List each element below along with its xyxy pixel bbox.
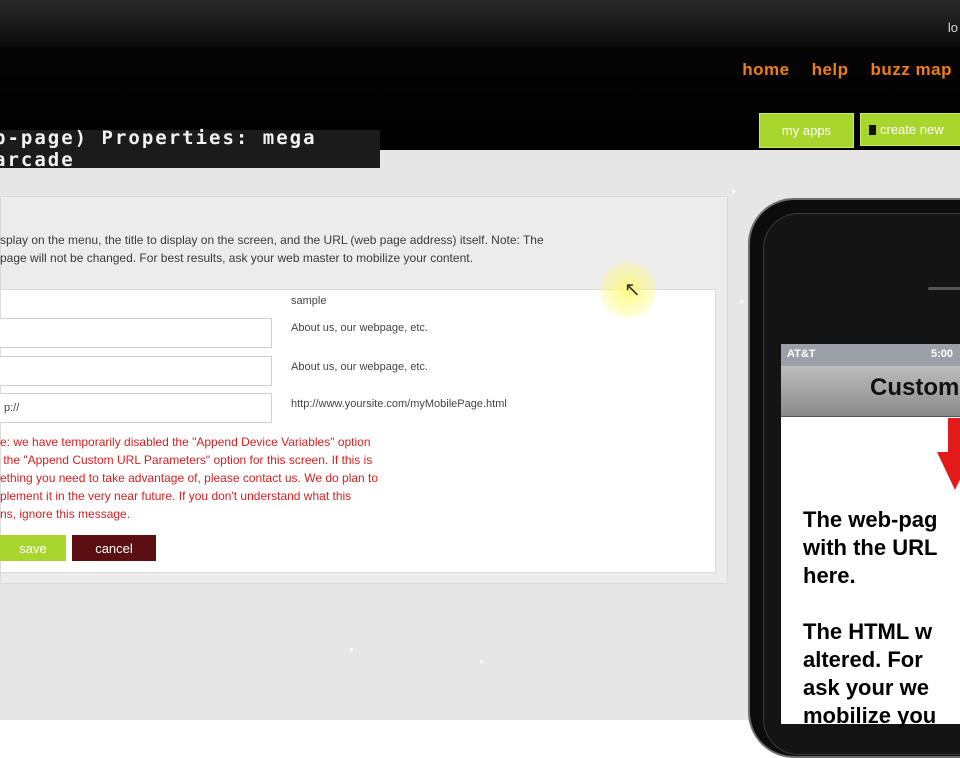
my-apps-button[interactable]: my apps <box>759 113 854 148</box>
intro-line-1: splay on the menu, the title to display … <box>0 233 544 247</box>
sparkle-dot <box>740 300 743 303</box>
nav-help-link[interactable]: help <box>812 60 849 80</box>
create-new-button[interactable]: create new <box>860 113 960 146</box>
sparkle-dot <box>480 660 483 663</box>
top-strip <box>0 0 960 46</box>
main-nav: home help buzz map <box>742 60 952 80</box>
page-title: b-page) Properties: mega arcade <box>0 127 317 171</box>
cursor-caret-icon <box>869 124 876 135</box>
nav-buzz-map-link[interactable]: buzz map <box>871 60 952 80</box>
carrier-label: AT&T <box>787 348 816 360</box>
cancel-button[interactable]: cancel <box>72 535 156 561</box>
menu-label-hint: About us, our webpage, etc. <box>291 322 428 334</box>
phone-app-title: Custom <box>870 374 960 401</box>
red-arrow-head-icon <box>937 452 960 490</box>
menu-label-input[interactable] <box>0 318 272 348</box>
sparkle-dot <box>350 648 353 651</box>
top-right-link[interactable]: lo <box>948 20 958 35</box>
phone-speaker-icon <box>928 287 960 290</box>
phone-time: 5:00 <box>931 348 954 360</box>
url-hint: http://www.yoursite.com/myMobilePage.htm… <box>291 398 507 410</box>
screen-title-hint: About us, our webpage, etc. <box>291 361 428 373</box>
mouse-pointer-icon: ↖ <box>624 279 641 301</box>
panel-intro: splay on the menu, the title to display … <box>0 231 700 267</box>
intro-line-2: page will not be changed. For best resul… <box>0 251 473 265</box>
url-input[interactable]: p:// <box>0 393 272 423</box>
phone-status-bar: AT&T 5:00 <box>781 344 960 366</box>
sparkle-dot <box>732 190 735 193</box>
warning-message: e: we have temporarily disabled the "App… <box>0 435 379 521</box>
sample-column-header: sample <box>291 295 327 307</box>
create-new-label: create new <box>880 122 944 137</box>
nav-home-link[interactable]: home <box>742 60 789 80</box>
save-button[interactable]: save <box>0 535 66 561</box>
screen-title-input[interactable] <box>0 356 272 386</box>
page-title-bar: b-page) Properties: mega arcade <box>0 127 380 171</box>
phone-body-text: The web-pag with the URL here. The HTML … <box>803 507 938 728</box>
